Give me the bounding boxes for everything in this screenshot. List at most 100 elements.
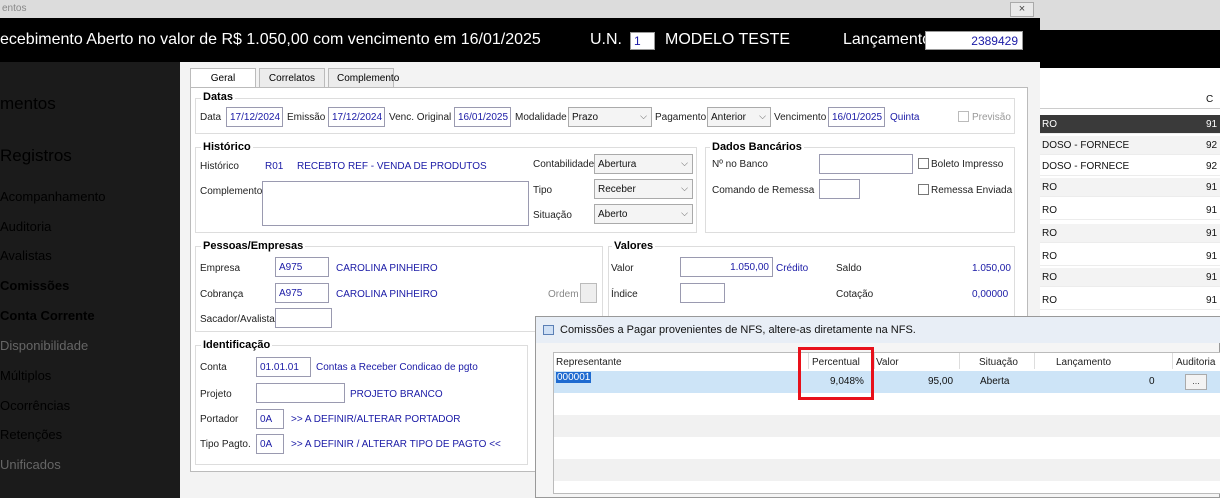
- emissao-label: Emissão: [287, 112, 326, 123]
- chevron-down-icon: ⌵: [681, 208, 688, 218]
- col-header-situacao[interactable]: Situação: [979, 357, 1018, 368]
- list-item[interactable]: RO 91: [1040, 201, 1220, 220]
- tipo-value: Receber: [598, 184, 636, 195]
- tipo-select[interactable]: Receber ⌵: [594, 179, 693, 199]
- list-item-code: 91: [1206, 119, 1218, 130]
- projeto-text: PROJETO BRANCO: [350, 389, 443, 400]
- cotacao-value: 0,00000: [972, 289, 1009, 300]
- sidebar-item-registros[interactable]: Registros: [0, 146, 72, 166]
- list-item[interactable]: RO 91: [1040, 247, 1220, 266]
- background-list-header: C: [1040, 90, 1220, 109]
- tipo-pagto-code-field[interactable]: 0A: [256, 434, 284, 454]
- list-item[interactable]: DOSO - FORNECE 92: [1040, 136, 1220, 155]
- tipo-label: Tipo: [533, 185, 553, 196]
- percentual-highlight-box: [798, 347, 874, 400]
- situacao-select[interactable]: Aberto ⌵: [594, 204, 693, 224]
- col-header-lancamento[interactable]: Lançamento: [1056, 357, 1111, 368]
- boleto-impresso-checkbox[interactable]: [918, 158, 929, 169]
- conta-code-field[interactable]: 01.01.01: [256, 357, 311, 377]
- comissoes-dialog: Comissões a Pagar provenientes de NFS, a…: [535, 316, 1220, 498]
- sidebar-item-conta-corrente[interactable]: Conta Corrente: [0, 308, 95, 323]
- tipo-pagto-link[interactable]: >> A DEFINIR / ALTERAR TIPO DE PAGTO <<: [291, 439, 501, 450]
- dialog-title: Comissões a Pagar provenientes de NFS, a…: [560, 324, 916, 336]
- sidebar-item-multiplos[interactable]: Múltiplos: [0, 368, 51, 383]
- complemento-label: Complemento: [200, 186, 263, 197]
- cobranca-code-field[interactable]: A975: [275, 283, 329, 303]
- historico-code[interactable]: R01: [265, 161, 283, 172]
- contabilidade-select[interactable]: Abertura ⌵: [594, 154, 693, 174]
- comissoes-grid: Representante Percentual Valor Situação …: [553, 352, 1220, 494]
- historico-text: RECEBTO REF - VENDA DE PRODUTOS: [297, 161, 487, 172]
- list-item-code: 91: [1206, 295, 1218, 306]
- sidebar-item-ocorrencias[interactable]: Ocorrências: [0, 398, 70, 413]
- situacao-value: Aberto: [598, 209, 628, 220]
- sidebar-item-retencoes[interactable]: Retenções: [0, 427, 62, 442]
- remessa-enviada-checkbox[interactable]: [918, 184, 929, 195]
- nobanco-field[interactable]: [819, 154, 913, 174]
- cotacao-label: Cotação: [836, 289, 874, 300]
- list-item-code: 91: [1206, 228, 1218, 239]
- ordem-field: [580, 283, 597, 303]
- cell-representante[interactable]: 000001: [556, 372, 592, 383]
- nobanco-label: Nº no Banco: [712, 159, 768, 170]
- portador-code-field[interactable]: 0A: [256, 409, 284, 429]
- projeto-field[interactable]: [256, 383, 345, 403]
- list-item[interactable]: RO 91: [1040, 178, 1220, 197]
- un-field[interactable]: 1: [630, 32, 655, 50]
- tab-correlatos[interactable]: Correlatos: [259, 68, 325, 88]
- tab-geral[interactable]: Geral: [190, 68, 256, 89]
- historico-label: Histórico: [200, 161, 239, 172]
- sacador-field[interactable]: [275, 308, 332, 328]
- pagamento-select[interactable]: Anterior ⌵: [707, 107, 771, 127]
- cell-valor: 95,00: [928, 376, 954, 387]
- list-item-name: DOSO - FORNECE: [1042, 161, 1130, 172]
- list-item[interactable]: RO 91: [1040, 268, 1220, 287]
- chevron-down-icon: ⌵: [640, 111, 647, 121]
- list-item-name: RO: [1042, 119, 1057, 130]
- modalidade-select[interactable]: Prazo ⌵: [568, 107, 652, 127]
- sidebar-item-auditoria[interactable]: Auditoria: [0, 219, 51, 234]
- col-header-valor[interactable]: Valor: [876, 357, 899, 368]
- lancamento-label: Lançamento: [843, 31, 932, 48]
- lancamento-field[interactable]: 2389429: [925, 31, 1023, 50]
- modalidade-label: Modalidade: [515, 112, 567, 123]
- list-item-name: RO: [1042, 182, 1057, 193]
- venc-original-field[interactable]: 16/01/2025: [454, 107, 511, 127]
- data-field[interactable]: 17/12/2024: [226, 107, 283, 127]
- list-item[interactable]: DOSO - FORNECE 92: [1040, 157, 1220, 176]
- sidebar-item-avalistas[interactable]: Avalistas: [0, 248, 52, 263]
- comando-remessa-field[interactable]: [819, 179, 860, 199]
- table-row[interactable]: 000001 9,048% 95,00 Aberta 0 ...: [554, 371, 1220, 393]
- chevron-down-icon: ⌵: [681, 158, 688, 168]
- previsao-checkbox: [958, 111, 969, 122]
- list-item-name: RO: [1042, 205, 1057, 216]
- cobranca-name: CAROLINA PINHEIRO: [336, 289, 438, 300]
- sidebar-item-comissoes[interactable]: Comissões: [0, 278, 69, 293]
- vencimento-field[interactable]: 16/01/2025: [828, 107, 885, 127]
- sidebar-item-acompanhamento[interactable]: Acompanhamento: [0, 189, 106, 204]
- empresa-code-field[interactable]: A975: [275, 257, 329, 277]
- portador-link[interactable]: >> A DEFINIR/ALTERAR PORTADOR: [291, 414, 461, 425]
- valor-field[interactable]: 1.050,00: [680, 257, 773, 277]
- tab-complemento[interactable]: Complemento: [328, 68, 399, 88]
- sidebar-item-unificados: Unificados: [0, 457, 61, 472]
- saldo-label: Saldo: [836, 263, 862, 274]
- col-header-representante[interactable]: Representante: [556, 357, 622, 368]
- auditoria-button[interactable]: ...: [1185, 374, 1207, 390]
- col-header-auditoria[interactable]: Auditoria: [1176, 357, 1215, 368]
- historico-title: Histórico: [201, 141, 253, 153]
- indice-field[interactable]: [680, 283, 725, 303]
- un-name: MODELO TESTE: [665, 31, 791, 48]
- close-button[interactable]: ×: [1010, 2, 1034, 17]
- list-item[interactable]: RO 91: [1040, 224, 1220, 243]
- sidebar-item-lancamentos[interactable]: mentos: [0, 94, 56, 114]
- situacao-label: Situação: [533, 210, 572, 221]
- complemento-textarea[interactable]: [262, 181, 529, 226]
- list-item[interactable]: RO 91: [1040, 115, 1220, 134]
- conta-text: Contas a Receber Condicao de pgto: [316, 362, 478, 373]
- list-item[interactable]: RO 91: [1040, 291, 1220, 310]
- venc-original-label: Venc. Original: [389, 112, 452, 123]
- data-label: Data: [200, 112, 222, 123]
- emissao-field[interactable]: 17/12/2024: [328, 107, 385, 127]
- list-item-name: RO: [1042, 228, 1057, 239]
